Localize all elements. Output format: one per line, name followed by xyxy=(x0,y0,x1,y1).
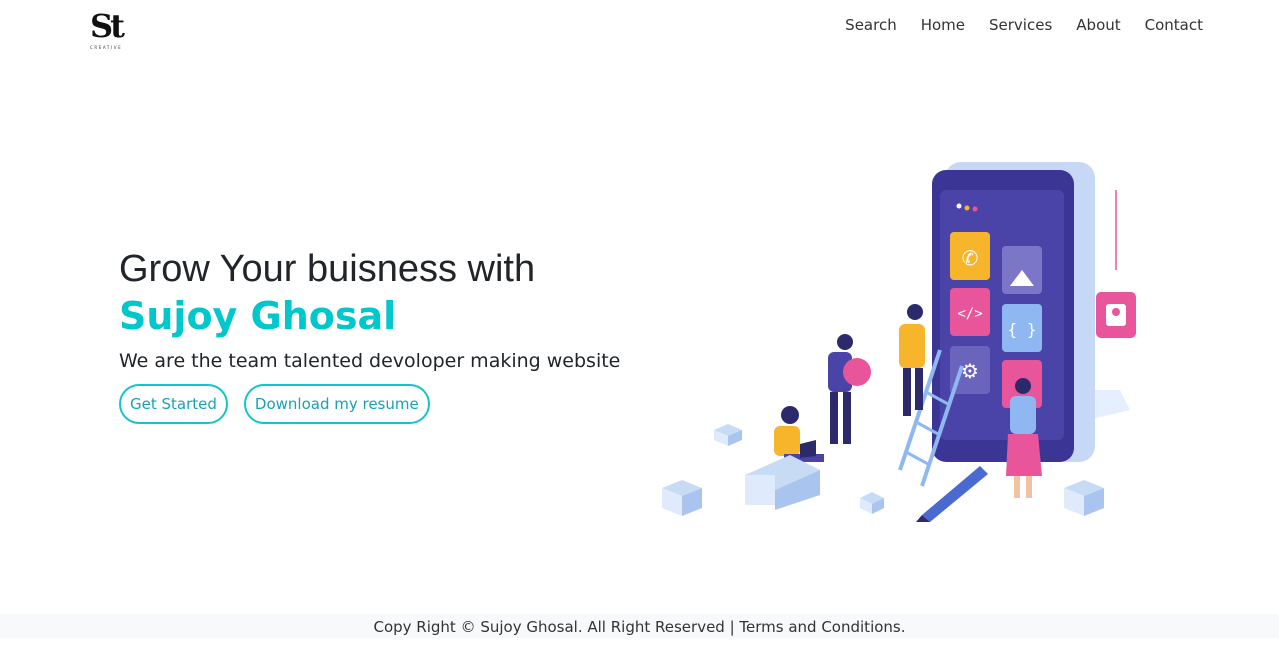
download-resume-button[interactable]: Download my resume xyxy=(243,384,430,424)
nav-contact[interactable]: Contact xyxy=(1145,16,1203,34)
nav-about[interactable]: About xyxy=(1076,16,1120,34)
hero-section: Grow Your buisness with Sujoy Ghosal We … xyxy=(119,246,639,424)
main-nav: Search Home Services About Contact xyxy=(845,16,1203,34)
svg-text:⚙: ⚙ xyxy=(961,359,979,383)
person-ladder xyxy=(907,304,923,320)
person-laptop xyxy=(781,406,799,424)
person-magnifier xyxy=(837,334,853,350)
logo-mark: St xyxy=(90,7,125,45)
hero-actions: Get Started Download my resume xyxy=(119,384,639,424)
pencil-icon xyxy=(922,466,988,522)
svg-text:{ }: { } xyxy=(1008,320,1037,339)
nav-home[interactable]: Home xyxy=(921,16,965,34)
brand-logo[interactable]: St CREATIVE xyxy=(90,10,130,54)
svg-text:✆: ✆ xyxy=(962,246,979,270)
site-footer: Copy Right © Sujoy Ghosal. All Right Res… xyxy=(0,614,1279,638)
nav-search[interactable]: Search xyxy=(845,16,897,34)
logo-subtitle: CREATIVE xyxy=(90,45,123,50)
footer-text: Copy Right © Sujoy Ghosal. All Right Res… xyxy=(373,618,906,636)
hero-illustration: ✆ </> { } ⚙ xyxy=(662,162,1136,522)
hero-headline: Grow Your buisness with xyxy=(119,248,536,290)
nav-services[interactable]: Services xyxy=(989,16,1052,34)
svg-text:</>: </> xyxy=(957,306,982,322)
hero-tagline: We are the team talented devoloper makin… xyxy=(119,350,621,372)
get-started-button[interactable]: Get Started xyxy=(119,384,228,424)
person-notepad xyxy=(1015,378,1031,394)
hero-name: Sujoy Ghosal xyxy=(119,294,397,338)
